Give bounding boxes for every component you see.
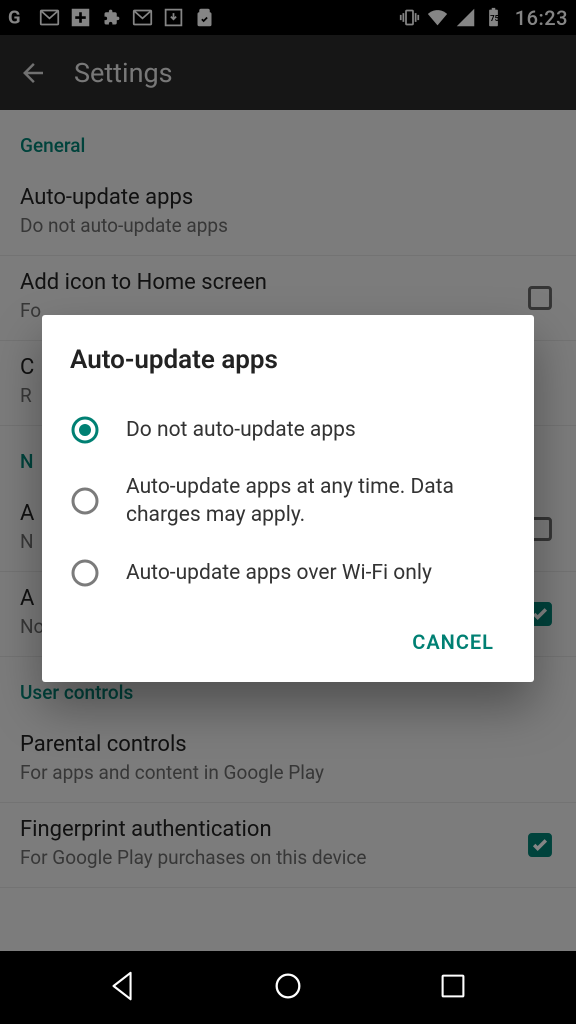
nav-recent-icon[interactable]	[436, 969, 470, 1007]
option-label: Auto-update apps over Wi-Fi only	[126, 559, 432, 587]
auto-update-dialog: Auto-update apps Do not auto-update apps…	[42, 315, 534, 682]
nav-back-icon[interactable]	[106, 969, 140, 1007]
screen: G 75 16:23 Settings General Auto-update …	[0, 0, 576, 1024]
option-auto-update-anytime[interactable]: Auto-update apps at any time. Data charg…	[70, 459, 506, 544]
dialog-title: Auto-update apps	[70, 345, 506, 375]
option-do-not-auto-update[interactable]: Do not auto-update apps	[70, 401, 506, 459]
option-label: Do not auto-update apps	[126, 416, 356, 444]
dialog-actions: CANCEL	[70, 620, 506, 664]
option-label: Auto-update apps at any time. Data charg…	[126, 473, 506, 530]
radio-unselected-icon	[70, 486, 100, 516]
radio-selected-icon	[70, 415, 100, 445]
navigation-bar	[0, 951, 576, 1024]
cancel-button[interactable]: CANCEL	[400, 620, 506, 664]
radio-unselected-icon	[70, 558, 100, 588]
option-auto-update-wifi[interactable]: Auto-update apps over Wi-Fi only	[70, 544, 506, 602]
nav-home-icon[interactable]	[271, 969, 305, 1007]
